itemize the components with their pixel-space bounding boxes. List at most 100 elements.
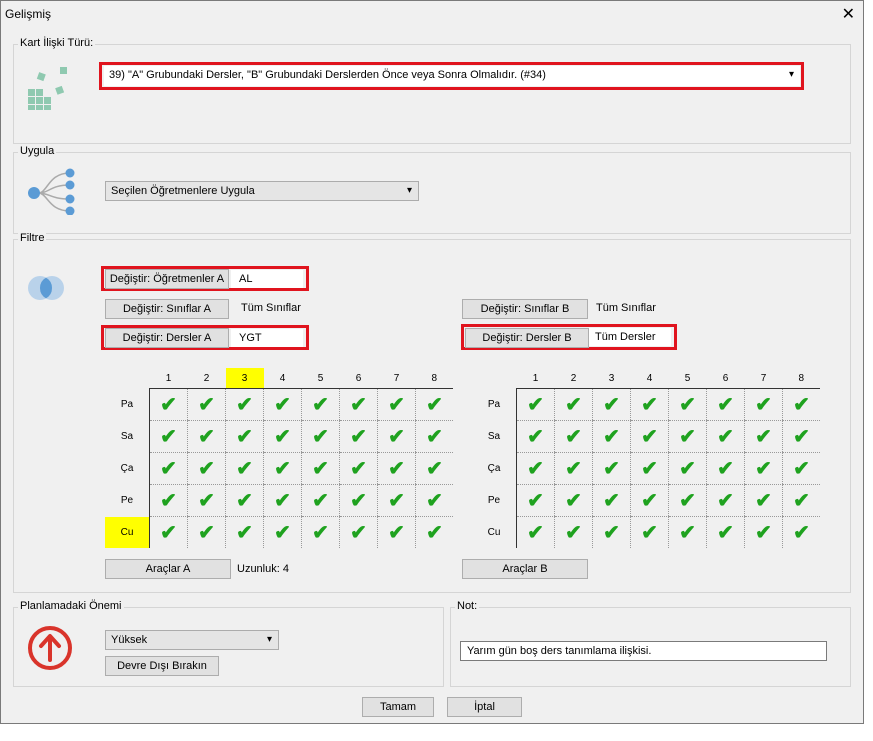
- grid-a-cell[interactable]: ✔: [339, 420, 378, 453]
- grid-b-row-header[interactable]: Ça: [472, 453, 517, 485]
- grid-b-row-header[interactable]: Sa: [472, 421, 517, 453]
- grid-b-cell[interactable]: ✔: [630, 484, 669, 517]
- change-classes-b-button[interactable]: Değiştir: Sınıflar B: [462, 299, 588, 319]
- close-icon[interactable]: ✕: [842, 4, 855, 24]
- grid-a-cell[interactable]: ✔: [415, 484, 453, 517]
- grid-a-cell[interactable]: ✔: [415, 452, 453, 485]
- grid-b-cell[interactable]: ✔: [782, 516, 820, 548]
- grid-b-cell[interactable]: ✔: [630, 452, 669, 485]
- grid-b-cell[interactable]: ✔: [706, 388, 745, 421]
- grid-b-cell[interactable]: ✔: [592, 516, 631, 548]
- grid-a-cell[interactable]: ✔: [149, 516, 188, 548]
- grid-b-cell[interactable]: ✔: [782, 452, 820, 485]
- grid-a-cell[interactable]: ✔: [149, 484, 188, 517]
- grid-b-cell[interactable]: ✔: [516, 388, 555, 421]
- grid-a-cell[interactable]: ✔: [187, 516, 226, 548]
- grid-a-cell[interactable]: ✔: [415, 516, 453, 548]
- grid-b-cell[interactable]: ✔: [744, 388, 783, 421]
- change-teachers-a-button[interactable]: Değiştir: Öğretmenler A: [105, 269, 229, 289]
- grid-b-cell[interactable]: ✔: [668, 452, 707, 485]
- grid-a-col-header[interactable]: 8: [416, 368, 454, 389]
- grid-b-col-header[interactable]: 2: [555, 368, 593, 389]
- grid-a-cell[interactable]: ✔: [377, 420, 416, 453]
- importance-select[interactable]: Yüksek ▾: [105, 630, 279, 650]
- grid-a-cell[interactable]: ✔: [339, 388, 378, 421]
- grid-a-col-header[interactable]: 3: [225, 368, 264, 389]
- grid-b-cell[interactable]: ✔: [744, 420, 783, 453]
- change-lessons-b-button[interactable]: Değiştir: Dersler B: [465, 328, 589, 348]
- disable-button[interactable]: Devre Dışı Bırakın: [105, 656, 219, 676]
- grid-b-cell[interactable]: ✔: [706, 516, 745, 548]
- grid-a-cell[interactable]: ✔: [263, 516, 302, 548]
- grid-b-cell[interactable]: ✔: [630, 420, 669, 453]
- tools-a-button[interactable]: Araçlar A: [105, 559, 231, 579]
- apply-select[interactable]: Seçilen Öğretmenlere Uygula ▾: [105, 181, 419, 201]
- grid-a-cell[interactable]: ✔: [415, 388, 453, 421]
- grid-b-cell[interactable]: ✔: [782, 420, 820, 453]
- grid-a-cell[interactable]: ✔: [225, 388, 264, 421]
- grid-b-cell[interactable]: ✔: [706, 420, 745, 453]
- grid-b-col-header[interactable]: 4: [631, 368, 669, 389]
- grid-b-cell[interactable]: ✔: [744, 452, 783, 485]
- grid-b-col-header[interactable]: 8: [783, 368, 821, 389]
- grid-b-cell[interactable]: ✔: [592, 484, 631, 517]
- grid-b-cell[interactable]: ✔: [592, 420, 631, 453]
- grid-b-cell[interactable]: ✔: [516, 516, 555, 548]
- grid-a-cell[interactable]: ✔: [149, 452, 188, 485]
- grid-b-cell[interactable]: ✔: [668, 516, 707, 548]
- card-type-select[interactable]: 39) "A" Grubundaki Dersler, "B" Grubunda…: [104, 66, 800, 86]
- grid-a-cell[interactable]: ✔: [225, 452, 264, 485]
- grid-b-cell[interactable]: ✔: [744, 484, 783, 517]
- grid-b-cell[interactable]: ✔: [554, 452, 593, 485]
- grid-b-cell[interactable]: ✔: [668, 388, 707, 421]
- grid-a-cell[interactable]: ✔: [339, 452, 378, 485]
- grid-a-cell[interactable]: ✔: [187, 420, 226, 453]
- grid-a-cell[interactable]: ✔: [263, 452, 302, 485]
- grid-a-cell[interactable]: ✔: [377, 388, 416, 421]
- grid-a-cell[interactable]: ✔: [301, 420, 340, 453]
- grid-a-col-header[interactable]: 6: [340, 368, 378, 389]
- grid-b-cell[interactable]: ✔: [554, 420, 593, 453]
- grid-b-cell[interactable]: ✔: [630, 388, 669, 421]
- grid-b-cell[interactable]: ✔: [592, 388, 631, 421]
- grid-b-cell[interactable]: ✔: [516, 420, 555, 453]
- grid-a-cell[interactable]: ✔: [301, 484, 340, 517]
- grid-a-col-header[interactable]: 7: [378, 368, 416, 389]
- grid-b-col-header[interactable]: 3: [593, 368, 631, 389]
- grid-a-row-header[interactable]: Ça: [105, 453, 150, 485]
- grid-b-cell[interactable]: ✔: [516, 484, 555, 517]
- grid-b-cell[interactable]: ✔: [706, 484, 745, 517]
- cancel-button[interactable]: İptal: [447, 697, 522, 717]
- grid-a-row-header[interactable]: Pe: [105, 485, 150, 517]
- grid-a-cell[interactable]: ✔: [377, 452, 416, 485]
- grid-a-cell[interactable]: ✔: [149, 388, 188, 421]
- grid-b-row-header[interactable]: Cu: [472, 517, 517, 549]
- grid-b-col-header[interactable]: 6: [707, 368, 745, 389]
- grid-b-cell[interactable]: ✔: [668, 484, 707, 517]
- grid-b-cell[interactable]: ✔: [516, 452, 555, 485]
- grid-b-cell[interactable]: ✔: [744, 516, 783, 548]
- grid-a-cell[interactable]: ✔: [149, 420, 188, 453]
- grid-a-cell[interactable]: ✔: [187, 452, 226, 485]
- grid-a-cell[interactable]: ✔: [339, 516, 378, 548]
- grid-b-cell[interactable]: ✔: [630, 516, 669, 548]
- grid-a-row-header[interactable]: Sa: [105, 421, 150, 453]
- grid-a-col-header[interactable]: 4: [264, 368, 302, 389]
- note-input[interactable]: Yarım gün boş ders tanımlama ilişkisi.: [460, 641, 827, 661]
- grid-b-row-header[interactable]: Pa: [472, 389, 517, 421]
- grid-b-col-header[interactable]: 7: [745, 368, 783, 389]
- grid-a-row-header[interactable]: Cu: [105, 516, 150, 548]
- grid-b-cell[interactable]: ✔: [554, 388, 593, 421]
- grid-a-cell[interactable]: ✔: [225, 420, 264, 453]
- grid-b-cell[interactable]: ✔: [706, 452, 745, 485]
- grid-a-cell[interactable]: ✔: [225, 516, 264, 548]
- grid-a-col-header[interactable]: 1: [150, 368, 188, 389]
- grid-a-cell[interactable]: ✔: [301, 452, 340, 485]
- grid-b-row-header[interactable]: Pe: [472, 485, 517, 517]
- grid-b-cell[interactable]: ✔: [668, 420, 707, 453]
- grid-a-cell[interactable]: ✔: [187, 484, 226, 517]
- grid-a-col-header[interactable]: 5: [302, 368, 340, 389]
- grid-b-cell[interactable]: ✔: [592, 452, 631, 485]
- grid-a-cell[interactable]: ✔: [263, 420, 302, 453]
- grid-a-cell[interactable]: ✔: [263, 484, 302, 517]
